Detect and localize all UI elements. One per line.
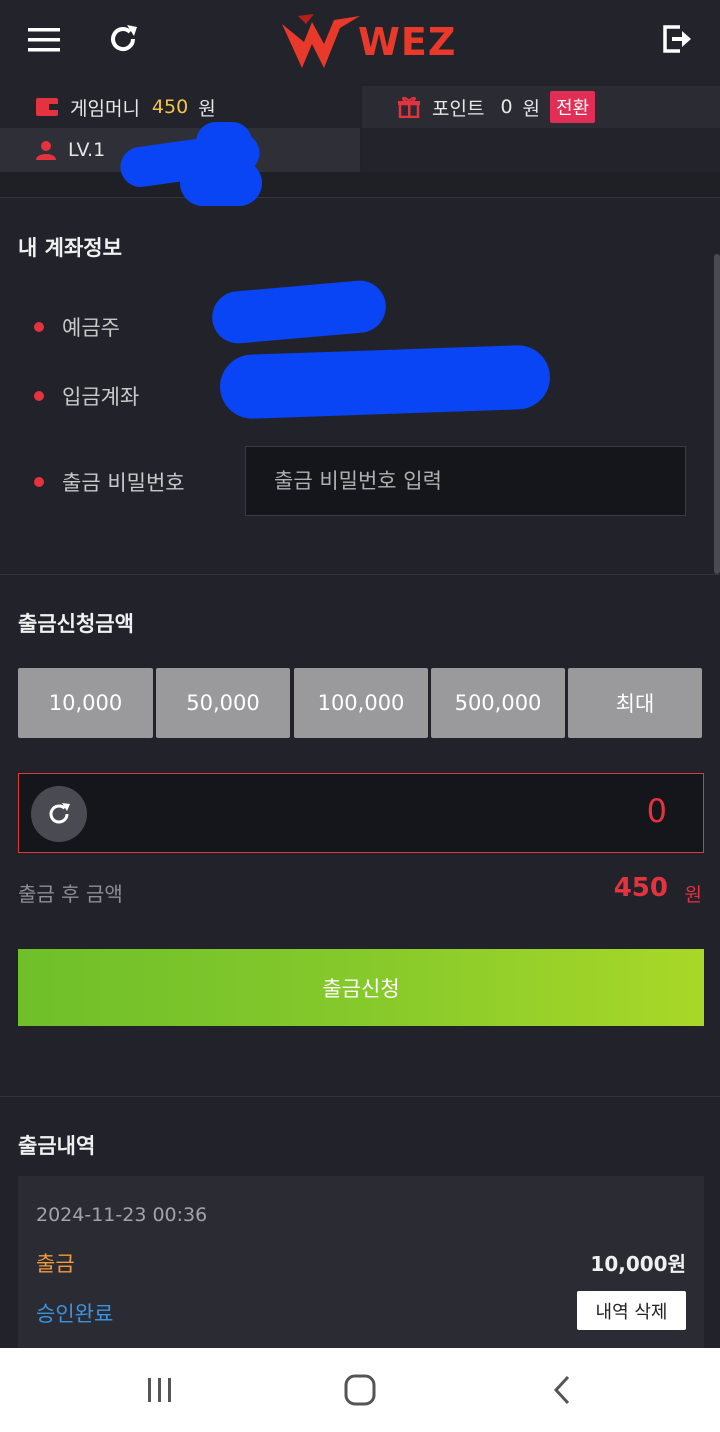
back-icon[interactable] xyxy=(532,1366,592,1414)
section-divider xyxy=(0,574,720,575)
delete-history-button[interactable]: 내역 삭제 xyxy=(577,1291,686,1330)
redaction-mark xyxy=(210,278,388,346)
account-label: 입금계좌 xyxy=(62,385,140,409)
home-icon[interactable] xyxy=(330,1366,390,1414)
level-row-filler xyxy=(362,128,720,172)
bullet-dot xyxy=(34,477,44,487)
history-date: 2024-11-23 00:36 xyxy=(36,1204,208,1226)
history-item: 2024-11-23 00:36 출금 10,000원 승인완료 내역 삭제 xyxy=(18,1176,704,1356)
history-type: 출금 xyxy=(36,1252,75,1276)
logo[interactable]: WEZ xyxy=(278,10,455,72)
amount-100000-button[interactable]: 100,000 xyxy=(294,668,428,738)
holder-row: 예금주 xyxy=(34,312,120,342)
bullet-dot xyxy=(34,391,44,401)
game-money: 게임머니 450 원 xyxy=(0,86,360,128)
menu-icon[interactable] xyxy=(22,20,66,60)
point-label: 포인트 xyxy=(432,97,485,120)
reset-icon xyxy=(49,803,70,824)
convert-button[interactable]: 전환 xyxy=(550,91,596,123)
after-withdraw-unit: 원 xyxy=(684,884,702,906)
redaction-mark xyxy=(180,160,262,206)
section-divider xyxy=(0,1096,720,1097)
point-value: 0 xyxy=(500,96,513,118)
point-unit: 원 xyxy=(522,97,541,120)
amount-value: 0 xyxy=(646,792,667,830)
after-withdraw-label: 출금 후 금액 xyxy=(18,882,123,906)
balance-row: 게임머니 450 원 포인트 0 원 전환 xyxy=(0,86,720,128)
account-section-title: 내 계좌정보 xyxy=(18,236,122,260)
withdraw-submit-button[interactable]: 출금신청 xyxy=(18,949,704,1026)
password-row: 출금 비밀번호 xyxy=(34,467,185,497)
amount-max-button[interactable]: 최대 xyxy=(568,668,702,738)
wallet-icon xyxy=(36,98,58,116)
password-label: 출금 비밀번호 xyxy=(62,471,185,495)
system-nav-bar xyxy=(0,1348,720,1432)
header-divider xyxy=(0,172,720,198)
bullet-dot xyxy=(34,322,44,332)
amount-10000-button[interactable]: 10,000 xyxy=(18,668,153,738)
history-status: 승인완료 xyxy=(36,1302,114,1326)
game-money-value: 450 xyxy=(151,96,189,118)
gift-icon xyxy=(398,96,420,118)
redaction-mark xyxy=(196,122,252,162)
amount-input[interactable]: 0 xyxy=(18,773,704,853)
withdraw-section-title: 출금신청금액 xyxy=(18,612,134,636)
top-bar: WEZ xyxy=(0,0,720,84)
history-amount: 10,000원 xyxy=(590,1252,686,1276)
reset-amount-button[interactable] xyxy=(31,786,87,842)
recent-apps-icon[interactable] xyxy=(130,1366,190,1414)
logo-text: WEZ xyxy=(358,20,457,64)
withdraw-password-input[interactable] xyxy=(245,446,686,516)
amount-50000-button[interactable]: 50,000 xyxy=(156,668,290,738)
after-withdraw-value: 450 xyxy=(613,873,668,903)
game-money-unit: 원 xyxy=(198,97,216,120)
logout-icon[interactable] xyxy=(654,16,700,62)
account-row: 입금계좌 xyxy=(34,381,139,411)
history-section-title: 출금내역 xyxy=(18,1134,96,1158)
redaction-mark xyxy=(218,344,552,420)
amount-500000-button[interactable]: 500,000 xyxy=(431,668,565,738)
level-label: LV.1 xyxy=(68,139,106,161)
game-money-label: 게임머니 xyxy=(70,97,140,120)
point: 포인트 0 원 전환 xyxy=(362,86,720,128)
holder-label: 예금주 xyxy=(62,316,120,340)
scrollbar[interactable] xyxy=(714,254,720,574)
user-icon xyxy=(36,141,56,160)
refresh-icon[interactable] xyxy=(100,16,146,62)
